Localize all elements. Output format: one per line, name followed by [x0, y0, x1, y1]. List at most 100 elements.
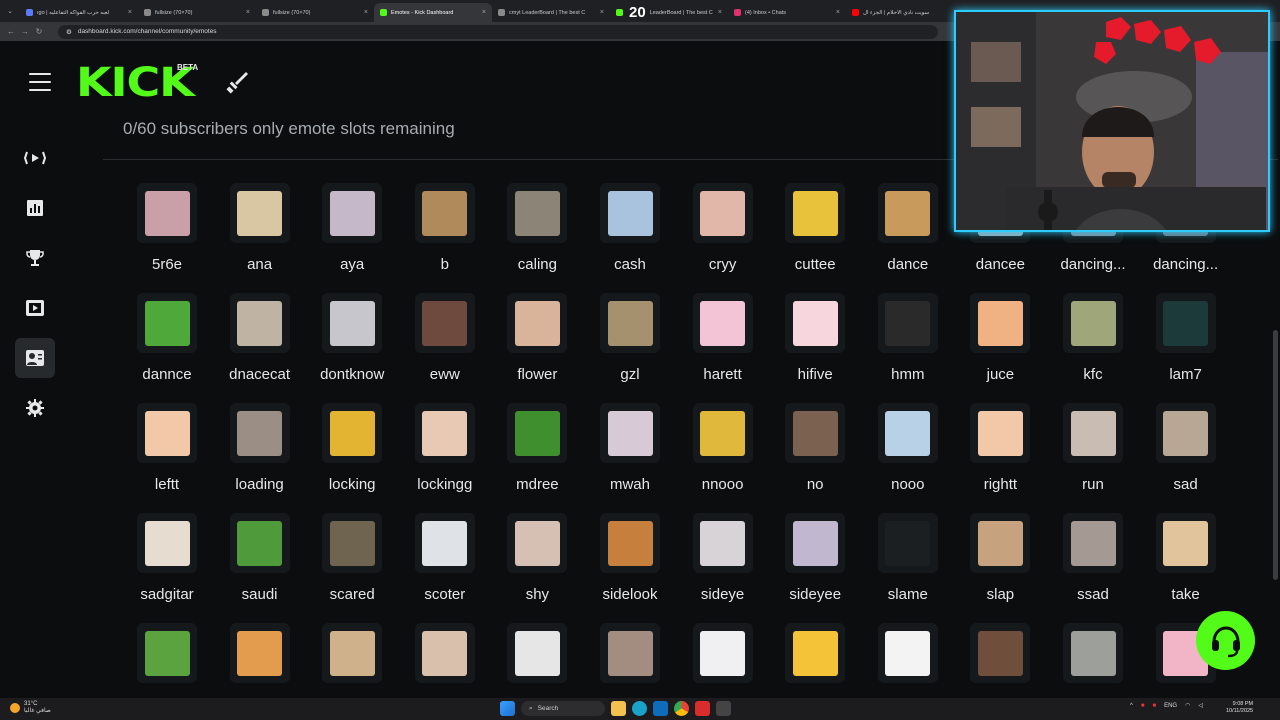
kick-logo[interactable]: KICK — [76, 63, 195, 103]
emote-item[interactable] — [584, 623, 676, 700]
emote-item[interactable]: 5r6e — [121, 183, 213, 287]
emote-item[interactable]: dontknow — [306, 293, 398, 397]
browser-tab[interactable]: cmyt LeaderBoard | The best C × — [492, 3, 610, 22]
tab-close-icon[interactable]: × — [718, 9, 722, 16]
chevron-up-icon[interactable]: ^ — [1130, 703, 1133, 709]
emote-thumbnail[interactable] — [507, 403, 568, 463]
sidebar-item-achievements[interactable] — [15, 238, 55, 278]
emote-thumbnail[interactable] — [322, 403, 383, 463]
sidebar-item-analytics[interactable] — [15, 188, 55, 228]
emote-thumbnail[interactable] — [137, 183, 197, 243]
emote-thumbnail[interactable] — [692, 183, 753, 243]
emote-item[interactable]: locking — [306, 403, 398, 507]
sword-icon[interactable] — [224, 69, 250, 95]
emote-thumbnail[interactable] — [414, 403, 475, 463]
emote-thumbnail[interactable] — [692, 403, 753, 463]
hamburger-menu-icon[interactable] — [29, 73, 51, 91]
emote-item[interactable]: lockingg — [399, 403, 491, 507]
emote-thumbnail[interactable] — [137, 403, 197, 463]
emote-item[interactable]: rightt — [954, 403, 1046, 507]
emote-thumbnail[interactable] — [877, 623, 938, 683]
emote-thumbnail[interactable] — [877, 183, 938, 243]
emote-thumbnail[interactable] — [137, 293, 197, 353]
emote-item[interactable]: sideyee — [769, 513, 861, 617]
emote-thumbnail[interactable] — [877, 513, 938, 573]
emote-thumbnail[interactable] — [507, 623, 568, 683]
emote-thumbnail[interactable] — [785, 183, 846, 243]
url-field[interactable]: ⚙ dashboard.kick.com/channel/community/e… — [58, 24, 938, 39]
tab-close-icon[interactable]: × — [364, 9, 368, 16]
emote-thumbnail[interactable] — [507, 293, 568, 353]
support-button[interactable] — [1196, 611, 1255, 670]
volume-icon[interactable]: ◁ — [1198, 702, 1203, 709]
emote-thumbnail[interactable] — [600, 513, 660, 573]
edge-icon[interactable] — [632, 701, 647, 716]
emote-item[interactable]: eww — [399, 293, 491, 397]
browser-tab[interactable]: Emotes - Kick Dashboard × — [374, 3, 492, 22]
emote-thumbnail[interactable] — [1063, 623, 1123, 683]
emote-item[interactable]: scared — [306, 513, 398, 617]
emote-thumbnail[interactable] — [1063, 403, 1123, 463]
emote-thumbnail[interactable] — [785, 293, 846, 353]
back-icon[interactable]: ← — [4, 27, 18, 36]
tray-app-icon-2[interactable]: ■ — [1152, 703, 1156, 709]
emote-item[interactable]: run — [1047, 403, 1139, 507]
emote-item[interactable]: caling — [491, 183, 583, 287]
weather-widget[interactable]: 31°C صافي غالبا — [10, 701, 51, 715]
emote-item[interactable]: leftt — [121, 403, 213, 507]
browser-tab[interactable]: سويت نادي الاحلام | الجزء ال× — [846, 3, 964, 22]
emote-thumbnail[interactable] — [970, 513, 1031, 573]
app-icon[interactable] — [695, 701, 710, 716]
emote-item[interactable] — [121, 623, 213, 700]
emote-item[interactable]: lam7 — [1140, 293, 1232, 397]
tab-close-icon[interactable]: × — [482, 9, 486, 16]
emote-item[interactable]: b — [399, 183, 491, 287]
emote-item[interactable] — [677, 623, 769, 700]
emote-thumbnail[interactable] — [600, 293, 660, 353]
emote-item[interactable]: sadgitar — [121, 513, 213, 617]
emote-thumbnail[interactable] — [785, 513, 846, 573]
emote-item[interactable]: mdree — [491, 403, 583, 507]
tab-close-icon[interactable]: × — [128, 9, 132, 16]
tab-close-icon[interactable]: × — [836, 9, 840, 16]
emote-item[interactable] — [954, 623, 1046, 700]
emote-item[interactable]: loading — [214, 403, 306, 507]
emote-item[interactable]: mwah — [584, 403, 676, 507]
emote-item[interactable]: cuttee — [769, 183, 861, 287]
emote-item[interactable]: slame — [862, 513, 954, 617]
emote-thumbnail[interactable] — [1155, 293, 1216, 353]
emote-thumbnail[interactable] — [229, 513, 290, 573]
emote-thumbnail[interactable] — [692, 623, 753, 683]
emote-item[interactable] — [214, 623, 306, 700]
emote-item[interactable]: harett — [677, 293, 769, 397]
app-icon-2[interactable] — [716, 701, 731, 716]
emote-thumbnail[interactable] — [785, 623, 846, 683]
emote-item[interactable]: take — [1140, 513, 1232, 617]
emote-item[interactable]: sad — [1140, 403, 1232, 507]
site-info-icon[interactable]: ⚙ — [66, 28, 72, 36]
emote-item[interactable]: juce — [954, 293, 1046, 397]
emote-item[interactable]: shy — [491, 513, 583, 617]
emote-item[interactable]: flower — [491, 293, 583, 397]
emote-thumbnail[interactable] — [507, 183, 568, 243]
emote-item[interactable]: saudi — [214, 513, 306, 617]
emote-item[interactable]: gzl — [584, 293, 676, 397]
emote-item[interactable]: sidelook — [584, 513, 676, 617]
emote-item[interactable]: no — [769, 403, 861, 507]
emote-thumbnail[interactable] — [229, 293, 290, 353]
emote-thumbnail[interactable] — [877, 403, 938, 463]
emote-thumbnail[interactable] — [414, 183, 475, 243]
emote-item[interactable]: hifive — [769, 293, 861, 397]
sidebar-item-community[interactable] — [15, 338, 55, 378]
emote-item[interactable]: scoter — [399, 513, 491, 617]
clock[interactable]: 9:08 PM 10/11/2025 — [1226, 701, 1253, 715]
browser-tab[interactable]: ıgo | لعبه حرب الفواكه التفاعليه × — [20, 3, 138, 22]
emote-item[interactable] — [862, 623, 954, 700]
emote-item[interactable]: hmm — [862, 293, 954, 397]
browser-tab[interactable]: fullsize (70×70) × — [256, 3, 374, 22]
emote-thumbnail[interactable] — [1155, 403, 1216, 463]
sidebar-item-stream[interactable] — [15, 138, 55, 178]
browser-tab[interactable]: 20 LeaderBoard | The best C × — [610, 3, 728, 22]
emote-item[interactable]: slap — [954, 513, 1046, 617]
emote-thumbnail[interactable] — [137, 623, 197, 683]
